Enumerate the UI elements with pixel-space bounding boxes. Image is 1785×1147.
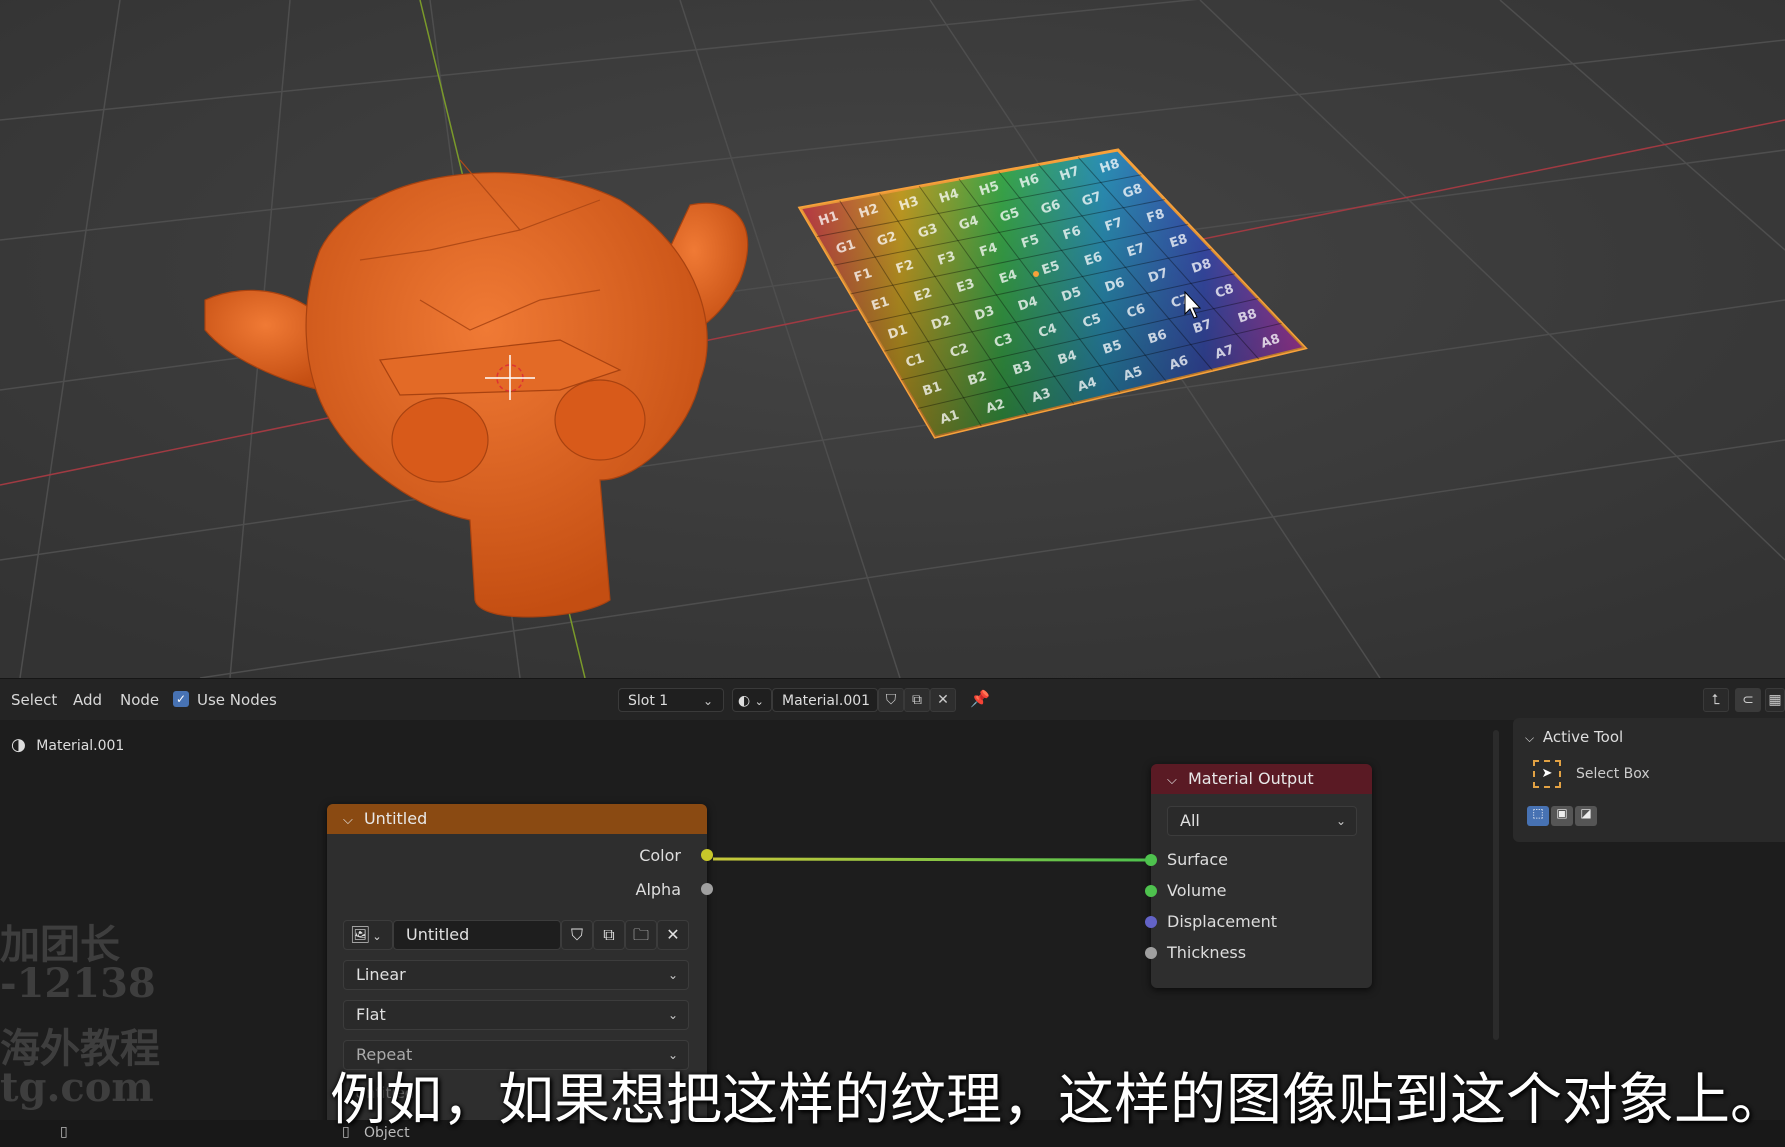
output-node-header[interactable]: ⌵ Material Output <box>1151 764 1372 794</box>
select-mode-buttons: ⬚ ▣ ◪ <box>1527 806 1597 826</box>
displacement-input-socket[interactable] <box>1145 916 1157 928</box>
fake-user-shield-icon[interactable]: ⛉ <box>561 920 593 950</box>
collapse-chevron-icon[interactable]: ⌵ <box>343 813 353 828</box>
chevron-down-icon: ⌄ <box>372 930 382 943</box>
slot-value: Slot 1 <box>628 693 669 709</box>
select-subtract-icon[interactable]: ◪ <box>1575 806 1597 826</box>
active-tool-section[interactable]: ⌵ Active Tool <box>1525 728 1623 746</box>
slot-dropdown[interactable]: Slot 1 ⌄ <box>618 688 724 712</box>
material-name-field[interactable]: Material.001 <box>772 688 878 712</box>
viewport-canvas: H1 H2 H3 H4 H5 H6 H7 H8G1 G2 G3 G4 G5 G6 G7 G8F1 F2 F3 F4… <box>0 0 1785 678</box>
projection-value: Flat <box>356 1005 386 1024</box>
interpolation-value: Linear <box>356 965 406 984</box>
scrollbar[interactable] <box>1493 730 1499 1040</box>
3d-viewport[interactable]: H1 H2 H3 H4 H5 H6 H7 H8 G1 G2 G3 G4 G5 G6 G7 G8 F1 F2 F3 F4… <box>0 0 1785 678</box>
collapse-chevron-icon: ⌵ <box>1525 731 1535 745</box>
watermark-line-2: -12138 <box>0 960 156 1007</box>
surface-input-socket[interactable] <box>1145 854 1157 866</box>
color-output-socket[interactable] <box>701 849 713 861</box>
select-new-icon[interactable]: ⬚ <box>1527 806 1549 826</box>
select-box-tool-icon[interactable]: ➤ <box>1533 760 1561 788</box>
menu-select[interactable]: Select <box>11 691 57 709</box>
displacement-label: Displacement <box>1167 912 1277 931</box>
chevron-down-icon: ⌄ <box>1335 814 1346 828</box>
unlink-material-icon[interactable]: ✕ <box>930 688 956 712</box>
surface-label: Surface <box>1167 850 1228 869</box>
unlink-image-icon[interactable]: ✕ <box>657 920 689 950</box>
chevron-down-icon: ⌄ <box>702 694 713 708</box>
interpolation-dropdown[interactable]: Linear ⌄ <box>343 960 689 990</box>
target-value: All <box>1180 811 1200 830</box>
parent-node-tree-icon[interactable]: ⮤ <box>1703 688 1729 712</box>
image-node-header[interactable]: ⌵ Untitled <box>327 804 707 834</box>
pin-icon[interactable]: 📌 <box>970 689 990 708</box>
output-color-label: Color <box>639 846 681 865</box>
chevron-down-icon: ⌄ <box>754 695 764 708</box>
select-box-label: Select Box <box>1576 766 1650 782</box>
image-icon: 🖼 <box>350 925 371 944</box>
target-dropdown[interactable]: All ⌄ <box>1167 806 1357 836</box>
use-nodes-checkbox[interactable]: ✓ <box>173 691 189 707</box>
material-name: Material.001 <box>782 693 871 709</box>
image-browse-button[interactable]: 🖼 ⌄ <box>343 920 393 950</box>
image-node-title: Untitled <box>363 809 428 828</box>
volume-label: Volume <box>1167 881 1227 900</box>
fake-user-shield-icon[interactable]: ⛉ <box>878 688 904 712</box>
node-editor-header: Select Add Node ✓ Use Nodes Slot 1 ⌄ ◐ ⌄… <box>0 678 1785 721</box>
thickness-input-socket[interactable] <box>1145 947 1157 959</box>
alpha-output-socket[interactable] <box>701 883 713 895</box>
thickness-label: Thickness <box>1167 943 1247 962</box>
menu-add[interactable]: Add <box>73 691 102 709</box>
open-folder-icon[interactable]: 🗀 <box>625 920 657 950</box>
sidebar-tool-panel: ⌵ Active Tool ➤ Select Box ⬚ ▣ ◪ <box>1513 718 1785 842</box>
mouse-left-icon: ▯ <box>60 1124 68 1140</box>
projection-dropdown[interactable]: Flat ⌄ <box>343 1000 689 1030</box>
duplicate-material-icon[interactable]: ⧉ <box>904 688 930 712</box>
collapse-chevron-icon[interactable]: ⌵ <box>1167 773 1177 788</box>
select-extend-icon[interactable]: ▣ <box>1551 806 1573 826</box>
output-node-title: Material Output <box>1187 769 1314 788</box>
menu-node[interactable]: Node <box>120 691 159 709</box>
material-sphere-icon: ◐ <box>738 693 751 709</box>
image-name: Untitled <box>406 925 470 944</box>
image-name-field[interactable]: Untitled <box>393 920 561 950</box>
volume-input-socket[interactable] <box>1145 885 1157 897</box>
duplicate-image-icon[interactable]: ⧉ <box>593 920 625 950</box>
snapping-icon[interactable]: ⊂ <box>1735 688 1761 712</box>
color-to-surface-link <box>712 857 1151 862</box>
chevron-down-icon: ⌄ <box>667 968 678 982</box>
material-browse-button[interactable]: ◐ ⌄ <box>732 688 772 712</box>
overlay-icon[interactable]: ▦ <box>1765 688 1785 712</box>
output-alpha-label: Alpha <box>635 880 682 899</box>
active-tool-title: Active Tool <box>1542 728 1624 746</box>
video-subtitle: 例如，如果想把这样的纹理，这样的图像贴到这个对象上。 <box>330 1068 1785 1133</box>
watermark-line-4: tg.com <box>0 1064 154 1111</box>
material-output-node[interactable]: ⌵ Material Output All ⌄ Surface Volume D… <box>1145 764 1372 988</box>
use-nodes-label: Use Nodes <box>197 691 277 709</box>
chevron-down-icon: ⌄ <box>667 1008 678 1022</box>
